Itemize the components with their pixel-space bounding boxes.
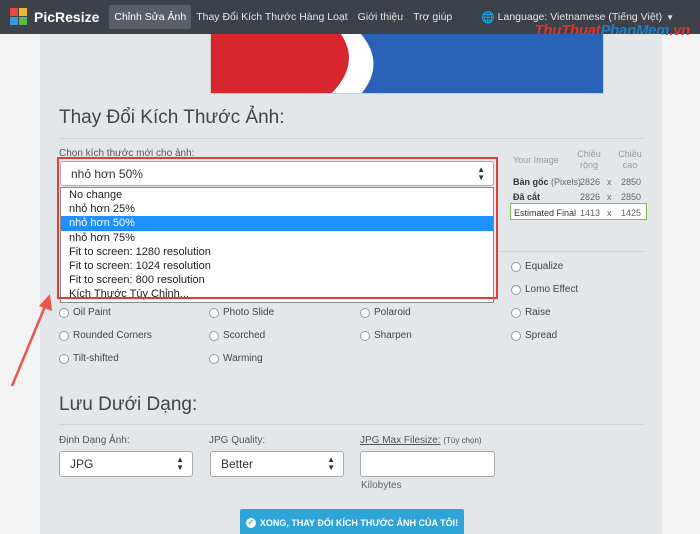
picresize-logo-icon (10, 8, 28, 26)
cropped-width: 2826 (580, 192, 601, 202)
image-preview (210, 34, 604, 94)
estimated-width: 1413 (580, 208, 601, 218)
divider (59, 138, 644, 139)
cropped-label: Đã cắt (513, 192, 541, 202)
submit-resize-button[interactable]: ✓ XONG, THAY ĐỔI KÍCH THƯỚC ẢNH CỦA TÔI! (240, 509, 464, 534)
save-title: Lưu Dưới Dạng: (59, 394, 198, 415)
original-width: 2826 (580, 177, 601, 187)
globe-icon: 🌐 (480, 11, 495, 24)
radio-icon (511, 307, 521, 318)
quality-select-value: Better (221, 457, 254, 471)
format-select[interactable]: JPG ▲ ▼ (59, 451, 193, 477)
submit-label: XONG, THAY ĐỔI KÍCH THƯỚC ẢNH CỦA TÔI! (259, 518, 459, 528)
caret-down-icon: ▼ (666, 12, 674, 22)
brand[interactable]: PicResize (10, 8, 99, 26)
effect-polaroid[interactable]: Polaroid (360, 307, 411, 318)
format-select-value: JPG (70, 457, 94, 471)
effect-rounded-corners[interactable]: Rounded Corners (59, 330, 152, 341)
format-label: Định Dạng Ảnh: (59, 435, 130, 446)
highlight-box (57, 157, 498, 299)
effect-scorched[interactable]: Scorched (209, 330, 265, 341)
radio-icon (209, 353, 219, 364)
divider (500, 251, 644, 252)
effect-raise[interactable]: Raise (511, 307, 551, 318)
divider (59, 424, 644, 425)
quality-label: JPG Quality: (209, 435, 266, 446)
radio-icon (360, 307, 370, 318)
annotation-arrow-icon (10, 294, 52, 387)
your-image-label: Your Image (513, 155, 559, 165)
nav-about[interactable]: Giới thiệu (353, 5, 408, 29)
brand-name: PicResize (34, 9, 100, 25)
effect-tilt-shifted[interactable]: Tilt-shifted (59, 353, 119, 364)
maxsize-input[interactable] (360, 451, 495, 477)
effect-spread[interactable]: Spread (511, 330, 557, 341)
cropped-height: 2850 (621, 192, 642, 202)
height-header: Chiều cao (618, 149, 642, 170)
nav-batch-resize[interactable]: Thay Đổi Kích Thước Hàng Loạt (191, 5, 352, 29)
maxsize-label: JPG Max Filesize: (Tùy chọn) (360, 435, 482, 446)
effect-equalize[interactable]: Equalize (511, 261, 563, 272)
cropped-x: x (607, 192, 612, 202)
updown-arrow-icon: ▲ ▼ (176, 455, 184, 472)
effect-oil-paint[interactable]: Oil Paint (59, 307, 111, 318)
effect-lomo[interactable]: Lomo Effect (511, 284, 578, 295)
radio-icon (360, 330, 370, 341)
radio-icon (511, 261, 521, 272)
width-header: Chiều rộng (577, 149, 601, 170)
radio-icon (59, 307, 69, 318)
original-height: 2850 (621, 177, 642, 187)
radio-icon (59, 330, 69, 341)
resize-title: Thay Đổi Kích Thước Ảnh: (59, 107, 285, 128)
radio-icon (511, 330, 521, 341)
check-circle-icon: ✓ (245, 518, 256, 528)
quality-select[interactable]: Better ▲ ▼ (210, 451, 344, 477)
effect-warming[interactable]: Warming (209, 353, 263, 364)
original-label: Bản gốc (Pixels) (513, 177, 582, 187)
nav-help[interactable]: Trợ giúp (408, 5, 457, 29)
nav-edit-image[interactable]: Chỉnh Sửa Ảnh (109, 5, 192, 29)
radio-icon (209, 330, 219, 341)
estimated-height: 1425 (621, 208, 642, 218)
updown-arrow-icon: ▲ ▼ (327, 455, 335, 472)
radio-icon (511, 284, 521, 295)
effect-sharpen[interactable]: Sharpen (360, 330, 412, 341)
radio-icon (209, 307, 219, 318)
estimated-label: Estimated Final (514, 208, 577, 218)
original-x: x (607, 177, 612, 187)
estimated-x: x (607, 208, 612, 218)
radio-icon (59, 353, 69, 364)
effect-photo-slide[interactable]: Photo Slide (209, 307, 274, 318)
kilobytes-label: Kilobytes (361, 480, 402, 491)
